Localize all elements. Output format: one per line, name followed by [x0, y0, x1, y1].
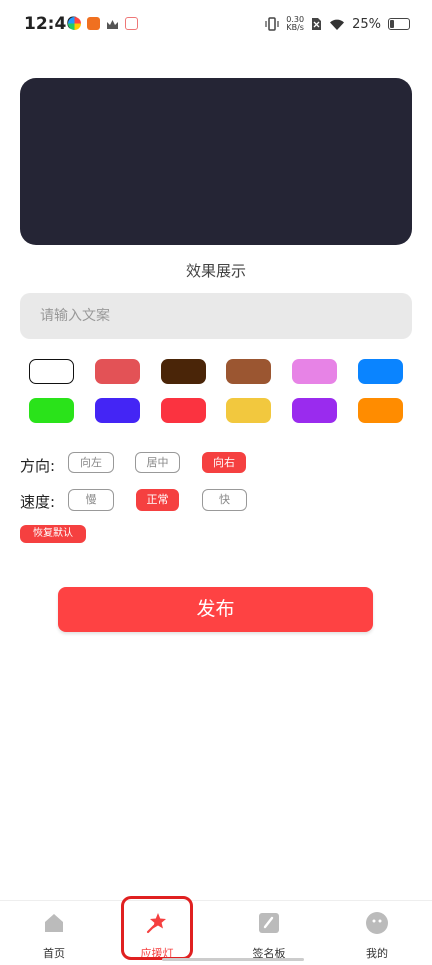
- bottom-tab-bar: 首页 应援灯 签名板 我的: [0, 900, 432, 965]
- color-swatch[interactable]: [226, 398, 272, 423]
- vibrate-icon: [265, 17, 279, 31]
- net-speed: 0.30 KB/s: [286, 16, 304, 32]
- color-swatch[interactable]: [357, 398, 403, 423]
- speed-label: 速度:: [20, 493, 56, 511]
- color-swatch[interactable]: [357, 359, 403, 384]
- tab-home[interactable]: 首页: [14, 901, 94, 965]
- direction-label: 方向:: [20, 457, 56, 475]
- color-swatch[interactable]: [226, 359, 272, 384]
- speed-fast-option[interactable]: 快: [202, 489, 247, 511]
- tab-signature-board[interactable]: 签名板: [229, 901, 309, 965]
- direction-center-option[interactable]: 居中: [135, 452, 180, 473]
- color-swatch[interactable]: [160, 359, 206, 384]
- preview-label: 效果展示: [185, 262, 246, 280]
- effect-preview: [20, 78, 412, 245]
- app-notification-icon: [87, 17, 100, 30]
- home-icon: [45, 914, 63, 932]
- tab-home-label: 首页: [43, 947, 65, 960]
- wifi-icon: [330, 19, 345, 30]
- tab-mine-label: 我的: [366, 947, 388, 960]
- color-swatch[interactable]: [94, 398, 140, 423]
- app-notification-icon: [68, 17, 81, 30]
- status-bar: 12:46 0.30 KB/s 25%: [0, 0, 432, 52]
- color-swatches: [29, 359, 403, 423]
- app-notification-icon: [125, 17, 138, 30]
- direction-right-option[interactable]: 向右: [202, 452, 246, 473]
- color-swatch[interactable]: [94, 359, 140, 384]
- color-swatch[interactable]: [292, 359, 338, 384]
- battery-percent: 25%: [352, 16, 381, 32]
- color-swatch[interactable]: [160, 398, 206, 423]
- publish-button[interactable]: 发布: [58, 587, 373, 632]
- no-sim-icon: [312, 18, 322, 30]
- color-swatch[interactable]: [29, 359, 74, 384]
- status-notification-icons: [68, 17, 138, 30]
- tab-mine[interactable]: 我的: [337, 901, 417, 965]
- home-indicator[interactable]: [162, 958, 304, 961]
- reset-default-button[interactable]: 恢复默认: [20, 525, 86, 543]
- net-speed-unit: KB/s: [286, 23, 304, 32]
- text-input[interactable]: [20, 293, 412, 339]
- face-icon: [366, 912, 388, 934]
- speed-slow-option[interactable]: 慢: [68, 489, 114, 511]
- speed-normal-option[interactable]: 正常: [136, 489, 179, 511]
- color-swatch[interactable]: [29, 398, 74, 423]
- active-tab-highlight: [121, 896, 193, 960]
- status-right: 0.30 KB/s 25%: [265, 16, 410, 32]
- battery-icon: [388, 18, 410, 30]
- color-swatch[interactable]: [292, 398, 338, 423]
- pen-board-icon: [259, 913, 279, 933]
- crown-icon: [106, 17, 119, 30]
- direction-left-option[interactable]: 向左: [68, 452, 114, 473]
